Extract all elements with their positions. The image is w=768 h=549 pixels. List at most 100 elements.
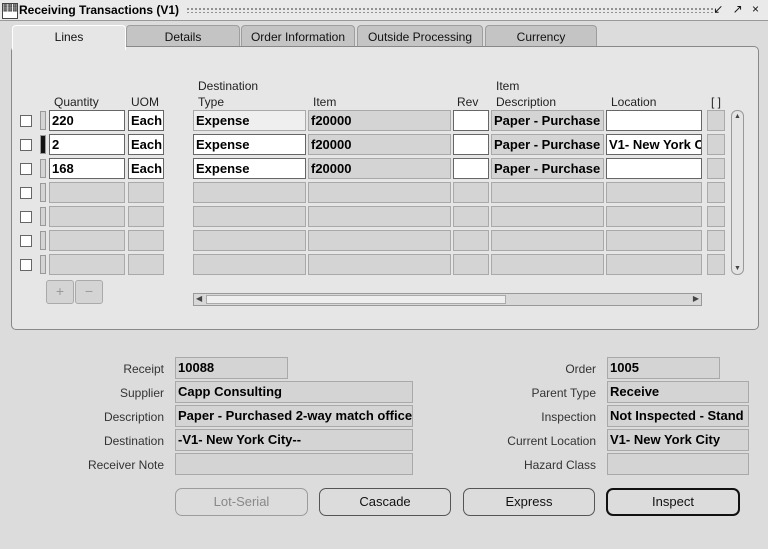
item-field[interactable]: f20000 <box>308 110 451 131</box>
rev-field[interactable] <box>453 230 489 251</box>
item-description-field[interactable]: Paper - Purchase <box>491 158 604 179</box>
receipt-field[interactable]: 10088 <box>175 357 288 379</box>
scroll-right-icon[interactable]: ▶ <box>693 294 699 303</box>
destination-type-field[interactable]: Expense <box>193 158 306 179</box>
current-location-field[interactable]: V1- New York City <box>607 429 749 451</box>
flexfield-cell[interactable] <box>707 158 725 179</box>
horizontal-scrollbar[interactable]: ◀ ▶ <box>193 293 702 306</box>
uom-field[interactable]: Each <box>128 134 164 155</box>
item-field[interactable] <box>308 182 451 203</box>
receiver-note-field[interactable] <box>175 453 413 475</box>
scroll-down-icon[interactable]: ▼ <box>734 265 741 272</box>
location-field[interactable]: V1- New York C <box>606 134 702 155</box>
horizontal-scroll-thumb[interactable] <box>206 295 506 304</box>
destination-type-field[interactable] <box>193 254 306 275</box>
quantity-field[interactable] <box>49 182 125 203</box>
item-field[interactable] <box>308 206 451 227</box>
uom-field[interactable] <box>128 230 164 251</box>
row-selector[interactable] <box>40 111 46 130</box>
location-field[interactable] <box>606 230 702 251</box>
flexfield-cell[interactable] <box>707 230 725 251</box>
row-selector-current[interactable] <box>40 135 46 154</box>
inspection-field[interactable]: Not Inspected - Stand <box>607 405 749 427</box>
item-description-field[interactable]: Paper - Purchase <box>491 110 604 131</box>
item-description-field[interactable]: Paper - Purchase <box>491 134 604 155</box>
flexfield-cell[interactable] <box>707 134 725 155</box>
scroll-left-icon[interactable]: ◀ <box>196 294 202 303</box>
item-field[interactable] <box>308 254 451 275</box>
rev-field[interactable] <box>453 206 489 227</box>
row-selector[interactable] <box>40 183 46 202</box>
location-field[interactable] <box>606 182 702 203</box>
tab-currency[interactable]: Currency <box>485 25 597 48</box>
row-selector[interactable] <box>40 207 46 226</box>
location-field[interactable] <box>606 254 702 275</box>
row-checkbox[interactable] <box>20 115 32 127</box>
item-field[interactable] <box>308 230 451 251</box>
uom-field[interactable] <box>128 206 164 227</box>
item-description-field[interactable] <box>491 230 604 251</box>
order-field[interactable]: 1005 <box>607 357 720 379</box>
rev-field[interactable] <box>453 158 489 179</box>
vertical-scrollbar[interactable]: ▲ ▼ <box>731 110 744 275</box>
item-description-field[interactable] <box>491 254 604 275</box>
rev-field[interactable] <box>453 254 489 275</box>
quantity-field[interactable]: 220 <box>49 110 125 131</box>
destination-type-field[interactable] <box>193 206 306 227</box>
remove-row-button[interactable]: − <box>75 280 103 304</box>
supplier-field[interactable]: Capp Consulting <box>175 381 413 403</box>
uom-field[interactable] <box>128 182 164 203</box>
location-field[interactable] <box>606 206 702 227</box>
quantity-field[interactable] <box>49 254 125 275</box>
row-checkbox[interactable] <box>20 211 32 223</box>
quantity-field[interactable] <box>49 230 125 251</box>
tab-outside-processing[interactable]: Outside Processing <box>357 25 483 48</box>
add-row-button[interactable]: + <box>46 280 74 304</box>
flexfield-cell[interactable] <box>707 110 725 131</box>
receipt-label: Receipt <box>123 362 164 376</box>
destination-type-field[interactable]: Expense <box>193 110 306 131</box>
item-field[interactable]: f20000 <box>308 134 451 155</box>
window-controls[interactable]: ↙ ↗ × <box>713 2 762 16</box>
inspect-button[interactable]: Inspect <box>606 488 740 516</box>
destination-type-field[interactable] <box>193 230 306 251</box>
row-selector[interactable] <box>40 255 46 274</box>
destination-type-field[interactable] <box>193 182 306 203</box>
item-description-field[interactable] <box>491 206 604 227</box>
uom-field[interactable]: Each <box>128 158 164 179</box>
scroll-up-icon[interactable]: ▲ <box>734 113 741 120</box>
flexfield-cell[interactable] <box>707 254 725 275</box>
row-checkbox[interactable] <box>20 187 32 199</box>
row-checkbox[interactable] <box>20 163 32 175</box>
location-field[interactable] <box>606 110 702 131</box>
row-checkbox[interactable] <box>20 259 32 271</box>
rev-field[interactable] <box>453 134 489 155</box>
tab-lines[interactable]: Lines <box>12 25 126 50</box>
express-button[interactable]: Express <box>463 488 595 516</box>
item-field[interactable]: f20000 <box>308 158 451 179</box>
rev-field[interactable] <box>453 182 489 203</box>
uom-field[interactable]: Each <box>128 110 164 131</box>
cascade-button[interactable]: Cascade <box>319 488 451 516</box>
uom-field[interactable] <box>128 254 164 275</box>
tab-order-information[interactable]: Order Information <box>241 25 355 48</box>
description-field[interactable]: Paper - Purchased 2-way match office <box>175 405 413 427</box>
tab-details[interactable]: Details <box>126 25 240 48</box>
row-checkbox[interactable] <box>20 235 32 247</box>
quantity-field[interactable]: 168 <box>49 158 125 179</box>
quantity-field[interactable] <box>49 206 125 227</box>
flexfield-cell[interactable] <box>707 206 725 227</box>
row-selector[interactable] <box>40 231 46 250</box>
parent-type-field[interactable]: Receive <box>607 381 749 403</box>
flexfield-cell[interactable] <box>707 182 725 203</box>
hazard-class-field[interactable] <box>607 453 749 475</box>
lot-serial-button[interactable]: Lot-Serial <box>175 488 308 516</box>
destination-field[interactable]: -V1- New York City-- <box>175 429 413 451</box>
row-selector[interactable] <box>40 159 46 178</box>
location-field[interactable] <box>606 158 702 179</box>
destination-type-field[interactable]: Expense <box>193 134 306 155</box>
rev-field[interactable] <box>453 110 489 131</box>
item-description-field[interactable] <box>491 182 604 203</box>
quantity-field[interactable]: 2 <box>49 134 125 155</box>
row-checkbox[interactable] <box>20 139 32 151</box>
